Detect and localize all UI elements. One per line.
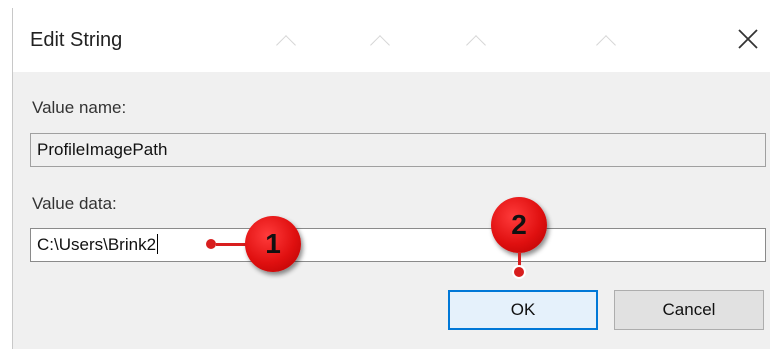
edit-string-dialog: Edit String Value name: ProfileImagePath… — [12, 8, 770, 349]
value-data-text: C:\Users\Brink2 — [37, 235, 157, 254]
title-bar: Edit String — [13, 8, 770, 72]
cancel-button[interactable]: Cancel — [614, 290, 764, 330]
background-chevron-icon — [596, 35, 616, 55]
close-button[interactable] — [725, 8, 770, 72]
value-name-field[interactable]: ProfileImagePath — [30, 133, 766, 167]
background-chevron-icon — [276, 35, 296, 55]
callout-2-badge: 2 — [491, 197, 547, 253]
value-data-label: Value data: — [32, 194, 117, 213]
callout-1-badge: 1 — [245, 216, 301, 272]
background-chevron-icon — [370, 35, 390, 55]
value-name-text: ProfileImagePath — [37, 140, 168, 159]
close-icon — [738, 29, 758, 49]
value-name-label: Value name: — [32, 98, 127, 117]
callout-2-pointer-dot — [512, 265, 526, 279]
text-caret — [157, 234, 159, 254]
callout-1-line — [216, 243, 246, 246]
background-chevron-icon — [466, 35, 486, 55]
value-data-field[interactable]: C:\Users\Brink2 — [30, 228, 766, 262]
ok-button[interactable]: OK — [448, 290, 598, 330]
dialog-title: Edit String — [30, 29, 123, 51]
